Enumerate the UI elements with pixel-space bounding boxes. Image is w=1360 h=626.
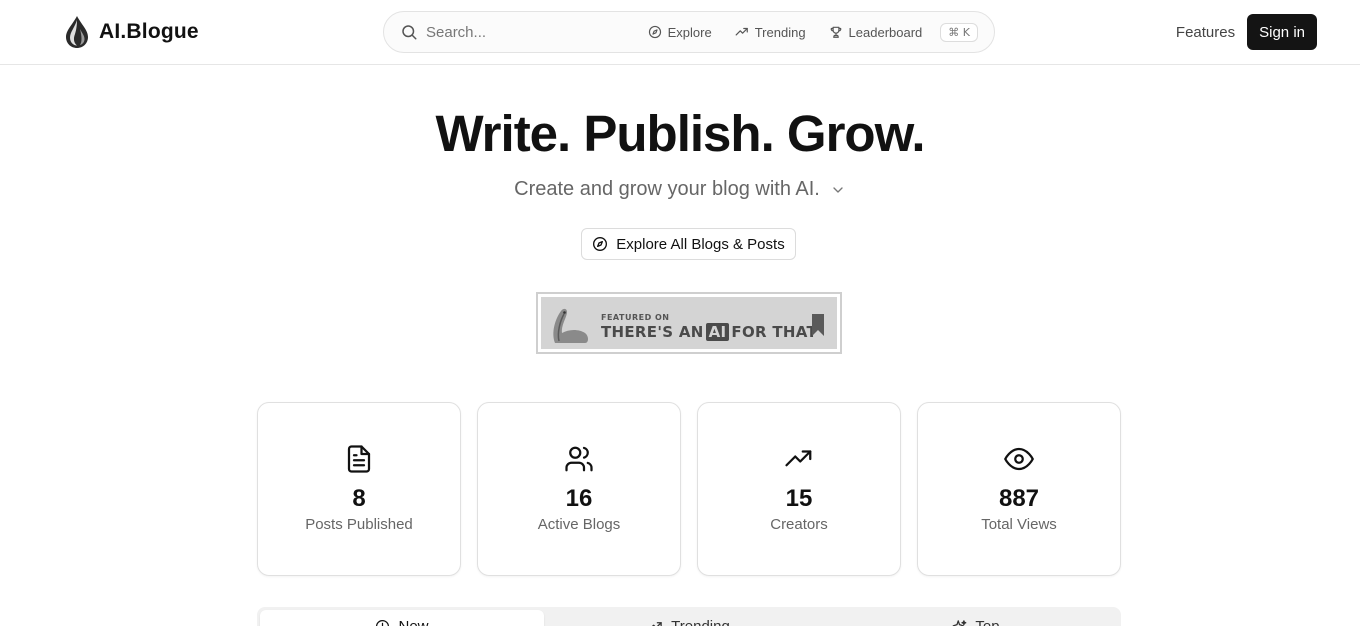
stat-label: Active Blogs xyxy=(537,516,621,533)
featured-badge-inner: FEATURED ON THERE'S AN AI FOR THAT xyxy=(541,297,837,349)
search-bar[interactable]: Explore Trending Leaderboard ⌘ K xyxy=(383,11,995,53)
badge-small-text: FEATURED ON xyxy=(601,313,670,322)
stat-value: 15 xyxy=(785,485,813,512)
mascot-icon xyxy=(553,308,588,343)
stat-value: 887 xyxy=(998,485,1040,512)
quick-link-label: Leaderboard xyxy=(848,24,923,40)
stat-label: Posts Published xyxy=(305,516,413,533)
stat-card-views: 887 Total Views xyxy=(917,402,1121,576)
feed-tabs: New Trending Top xyxy=(257,607,1121,626)
quick-link-label: Explore xyxy=(667,24,712,40)
quick-link-label: Trending xyxy=(754,24,806,40)
tab-trending[interactable]: Trending xyxy=(547,610,831,626)
trending-up-icon xyxy=(735,27,748,36)
explore-all-label: Explore All Blogs & Posts xyxy=(616,235,785,253)
trending-up-icon xyxy=(652,622,662,626)
trending-up-icon xyxy=(785,450,812,467)
badge-main-ai: AI xyxy=(705,323,730,341)
clock-icon xyxy=(376,619,390,626)
tab-label: New xyxy=(398,618,428,626)
badge-main-post: FOR THAT xyxy=(731,323,818,341)
stat-label: Creators xyxy=(770,516,828,533)
featured-badge[interactable]: FEATURED ON THERE'S AN AI FOR THAT xyxy=(536,292,842,354)
compass-icon xyxy=(648,25,661,39)
tab-label: Trending xyxy=(671,618,730,626)
file-text-icon xyxy=(347,445,371,473)
eye-icon xyxy=(1004,447,1034,471)
brand-logo-link[interactable]: AI.Blogue xyxy=(63,14,199,50)
badge-main-text: THERE'S AN AI FOR THAT xyxy=(601,323,817,341)
compass-icon xyxy=(593,237,608,251)
quick-link-explore[interactable]: Explore xyxy=(648,25,712,40)
hero-subtitle-text: Create and grow your blog with AI. xyxy=(514,178,820,200)
keyboard-shortcut: ⌘ K xyxy=(940,22,978,42)
explore-all-button[interactable]: Explore All Blogs & Posts xyxy=(581,228,796,260)
badge-main-pre: THERE'S AN xyxy=(601,323,704,341)
tab-new[interactable]: New xyxy=(260,610,544,626)
features-link[interactable]: Features xyxy=(1176,24,1235,41)
top-navbar: AI.Blogue Explore Trending Leaderboard ⌘… xyxy=(0,0,1360,65)
hero-title: Write. Publish. Grow. xyxy=(435,105,925,162)
quick-link-trending[interactable]: Trending xyxy=(735,25,806,40)
stat-card-blogs: 16 Active Blogs xyxy=(477,402,681,576)
stat-card-posts: 8 Posts Published xyxy=(257,402,461,576)
search-icon xyxy=(402,25,417,40)
stat-card-creators: 15 Creators xyxy=(697,402,901,576)
search-input[interactable] xyxy=(426,23,626,41)
brand-name: AI.Blogue xyxy=(99,20,199,43)
hero-subtitle[interactable]: Create and grow your blog with AI. xyxy=(0,178,1360,201)
droplet-logo-icon xyxy=(66,16,88,48)
tab-label: Top xyxy=(975,618,999,626)
nav-right: Features Sign in xyxy=(1176,14,1317,50)
tab-top[interactable]: Top xyxy=(834,610,1118,626)
trophy-icon xyxy=(830,26,841,38)
users-icon xyxy=(565,446,593,472)
quick-links: Explore Trending Leaderboard ⌘ K xyxy=(648,22,978,42)
stat-label: Total Views xyxy=(981,516,1057,533)
stat-value: 8 xyxy=(352,485,366,512)
quick-link-leaderboard[interactable]: Leaderboard xyxy=(829,24,923,40)
sparkles-icon xyxy=(953,620,967,626)
sign-in-button[interactable]: Sign in xyxy=(1247,14,1317,50)
stat-value: 16 xyxy=(565,485,593,512)
bookmark-icon xyxy=(812,314,824,336)
chevron-down-icon[interactable] xyxy=(830,182,846,198)
